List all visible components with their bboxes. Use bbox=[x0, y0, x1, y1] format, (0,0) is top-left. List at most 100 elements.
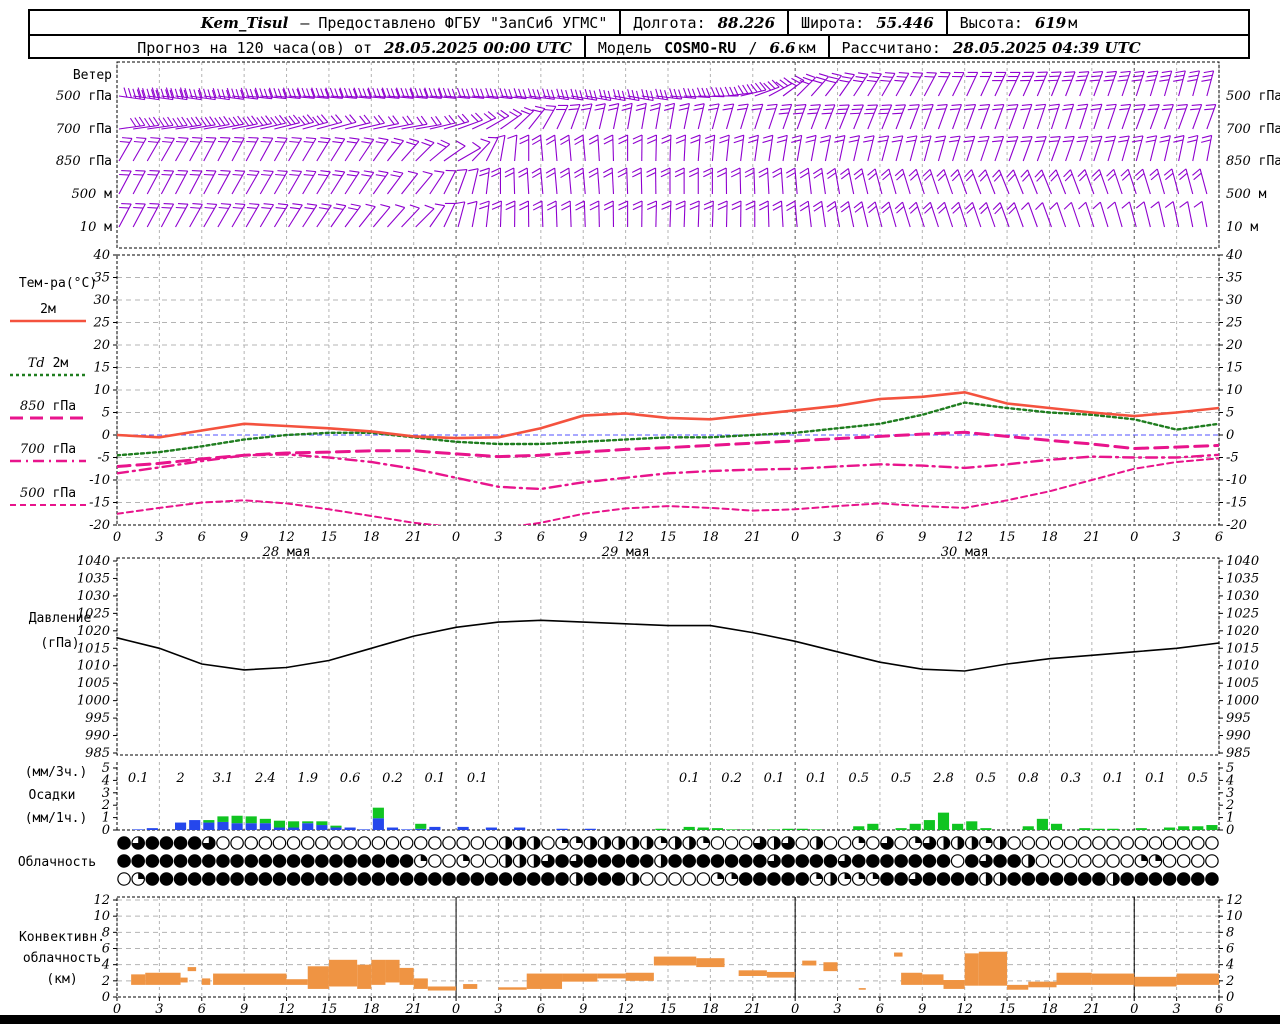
wind-barb-feather bbox=[519, 139, 529, 145]
wind-barb-staff bbox=[612, 134, 615, 162]
wind-barb-feather bbox=[192, 136, 203, 139]
wind-barb-feather bbox=[742, 84, 749, 94]
convective-bar bbox=[1134, 976, 1177, 987]
wind-barb-feather bbox=[952, 206, 961, 214]
convective-bar bbox=[922, 974, 944, 985]
wind-barb-feather bbox=[826, 200, 836, 208]
cloud-circle bbox=[1049, 836, 1064, 850]
wind-barb-feather bbox=[1063, 75, 1074, 78]
wind-barb-feather bbox=[1175, 108, 1187, 111]
wind-barb-feather bbox=[839, 104, 850, 106]
wind-barb-feather bbox=[416, 116, 424, 126]
temp-tick-right: 25 bbox=[1225, 316, 1243, 331]
wind-barb-feather bbox=[871, 72, 882, 75]
precip-bar-rain bbox=[231, 823, 243, 830]
wind-barb-feather bbox=[786, 172, 796, 179]
wind-barb-feather bbox=[1120, 103, 1131, 107]
wind-barb-feather bbox=[1049, 75, 1060, 78]
wind-barb-feather bbox=[1188, 134, 1198, 139]
precip-3h-value: 0.8 bbox=[1018, 771, 1039, 786]
wind-barb-staff bbox=[902, 201, 911, 228]
conv-tick-right: 12 bbox=[1226, 893, 1243, 908]
wind-barb-feather bbox=[938, 206, 947, 214]
convective-bar bbox=[858, 988, 866, 990]
wind-barb-feather bbox=[518, 167, 528, 174]
wind-barb-feather bbox=[882, 75, 893, 78]
convective-bar bbox=[1091, 973, 1135, 985]
wind-barb-staff bbox=[1178, 135, 1185, 162]
wind-barb-feather bbox=[978, 108, 989, 111]
wind-barb-feather bbox=[1203, 70, 1214, 74]
cloud-row-middle bbox=[117, 854, 1219, 868]
wind-barb-staff bbox=[1093, 71, 1104, 97]
wind-barb-feather bbox=[603, 172, 613, 178]
wind-barb-feather bbox=[1048, 140, 1059, 143]
wind-barb-feather bbox=[1076, 108, 1087, 111]
wind-barb-feather bbox=[894, 168, 903, 177]
cloud-circle bbox=[866, 836, 880, 850]
precip-bar-shower bbox=[768, 829, 780, 830]
wind-barb-staff bbox=[952, 135, 961, 162]
wind-barb-staff bbox=[1143, 201, 1151, 228]
wind-barb-staff bbox=[599, 95, 626, 102]
wind-barb-feather bbox=[1149, 104, 1160, 106]
cloud-circle bbox=[413, 872, 428, 886]
cloud-sector bbox=[816, 836, 823, 850]
wind-barb-feather bbox=[479, 167, 490, 172]
wind-barb-feather bbox=[1146, 135, 1157, 139]
wind-barb-feather bbox=[1035, 202, 1043, 211]
hour-label: 0 bbox=[113, 1002, 121, 1017]
wind-barb-feather bbox=[813, 205, 823, 212]
temp-tick-right: -5 bbox=[1226, 451, 1239, 466]
pressure-axis-unit: (гПа) bbox=[40, 636, 79, 651]
precip-bar-shower bbox=[1050, 823, 1063, 830]
wind-barb-feather bbox=[390, 174, 401, 178]
wind-barb-feather bbox=[532, 200, 543, 207]
precip-bar-shower bbox=[895, 828, 907, 830]
wind-barb-feather bbox=[791, 77, 801, 84]
wind-barb-feather bbox=[992, 169, 1000, 178]
cloud-circle bbox=[1077, 854, 1092, 868]
hour-label: 12 bbox=[278, 530, 295, 545]
wind-barb-feather bbox=[826, 79, 837, 84]
convective-bar bbox=[766, 971, 796, 978]
cloud-circle bbox=[1162, 872, 1177, 886]
wind-barb-feather bbox=[765, 108, 776, 111]
wind-barb-feather bbox=[304, 207, 315, 210]
wind-barb-staff bbox=[1113, 169, 1123, 195]
conv-tick-left: 4 bbox=[101, 958, 110, 973]
wind-barb-feather bbox=[676, 134, 686, 140]
convective-bar bbox=[307, 966, 329, 989]
hour-label: 6 bbox=[876, 1002, 884, 1017]
wind-barb-row bbox=[118, 134, 1213, 162]
wind-barb-feather bbox=[332, 141, 343, 144]
wind-barb-staff bbox=[1036, 71, 1048, 97]
wind-barb-feather bbox=[277, 137, 288, 139]
wind-barb-feather bbox=[758, 200, 769, 206]
wind-barb-feather bbox=[937, 173, 946, 182]
cloud-circle bbox=[173, 854, 188, 868]
wind-barb-staff bbox=[971, 202, 982, 228]
hour-label: 12 bbox=[278, 1002, 295, 1017]
cloud-sector bbox=[576, 836, 583, 843]
wind-barb-staff bbox=[1121, 104, 1132, 130]
cloud-circle bbox=[385, 836, 400, 850]
wind-barb-feather bbox=[848, 139, 859, 143]
hour-label: 18 bbox=[702, 1002, 719, 1017]
wind-barb-feather bbox=[1120, 168, 1129, 177]
precip-bar-rain bbox=[132, 829, 144, 830]
wind-barb-feather bbox=[349, 114, 357, 123]
wind-barb-feather bbox=[378, 137, 389, 141]
hour-label: 6 bbox=[198, 1002, 206, 1017]
wind-barb-feather bbox=[209, 116, 216, 126]
cloud-circle bbox=[1106, 854, 1120, 868]
precip-bar-shower bbox=[740, 829, 752, 830]
wind-barb-feather bbox=[461, 113, 470, 122]
cloud-sector bbox=[1155, 854, 1162, 861]
wind-barb-feather bbox=[434, 170, 445, 173]
wind-barb-staff bbox=[867, 135, 875, 162]
wind-barb-feather bbox=[722, 107, 733, 111]
wind-barb-staff bbox=[1085, 202, 1095, 228]
wind-barb-feather bbox=[1034, 140, 1045, 143]
wind-barb-staff bbox=[655, 134, 658, 162]
